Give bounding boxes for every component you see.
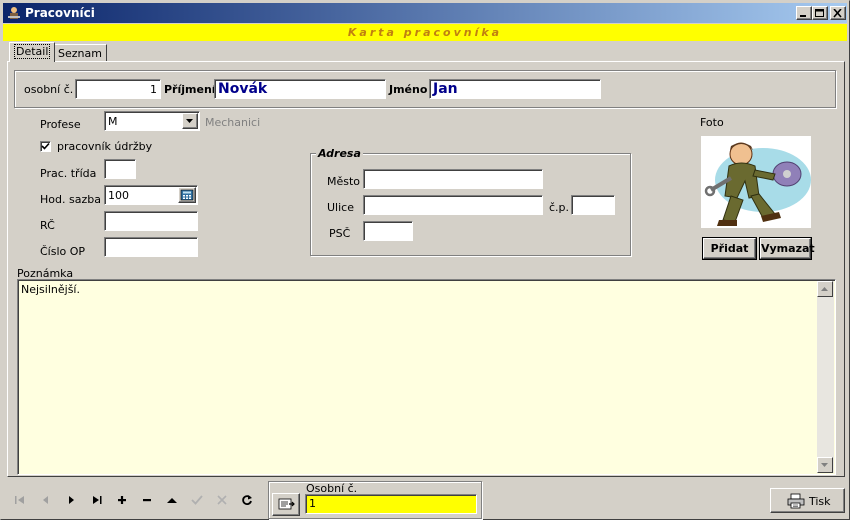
tab-seznam[interactable]: Seznam [53,44,107,62]
psc-input[interactable] [363,221,413,241]
print-button[interactable]: Tisk [770,488,845,513]
scroll-down-button[interactable] [817,457,833,473]
rc-input[interactable] [104,211,198,231]
profese-description: Mechanici [205,116,261,129]
sazba-label: Hod. sazba [40,193,101,206]
scroll-up-button[interactable] [817,281,833,297]
calculator-button[interactable] [178,187,196,203]
sazba-value: 100 [108,189,129,202]
insert-record-icon[interactable] [111,489,133,511]
chevron-down-icon [186,119,193,123]
detail-panel: osobní č. 1 Příjmení Novák Jméno Jan Pro… [7,61,845,477]
osobni-input[interactable]: 1 [75,79,161,99]
trida-input[interactable] [104,159,136,179]
op-input[interactable] [104,237,198,257]
jmeno-label: Jméno [389,83,428,96]
ulice-label: Ulice [327,201,354,214]
post-record-icon[interactable] [186,489,208,511]
prijmeni-input[interactable]: Novák [214,79,386,99]
banner: Karta pracovníka [3,24,847,41]
locate-button[interactable] [272,493,300,516]
rc-label: RČ [40,219,55,232]
next-record-icon[interactable] [60,489,82,511]
mesto-input[interactable] [363,169,543,189]
app-icon [6,5,22,21]
search-record-icon [278,498,295,510]
cancel-record-icon[interactable] [211,489,233,511]
minimize-button[interactable] [796,6,812,20]
title-bar[interactable]: Pracovníci [3,3,847,23]
poznamka-text: Nejsilnější. [21,283,80,296]
osobni-label: osobní č. [24,83,74,96]
vertical-scrollbar[interactable] [817,281,834,473]
close-button[interactable] [830,6,846,20]
foto-label: Foto [700,116,724,129]
printer-icon [787,493,805,509]
profese-dropdown-button[interactable] [182,113,198,129]
psc-label: PSČ [329,227,351,240]
ulice-input[interactable] [363,195,543,215]
delete-photo-button[interactable]: Vymazat [759,237,815,260]
tab-detail[interactable]: Detail [9,42,56,62]
arrow-down-icon [821,463,828,467]
arrow-up-icon [821,287,828,291]
last-record-icon[interactable] [86,489,108,511]
prev-record-icon[interactable] [35,489,57,511]
worker-photo [701,136,811,228]
poznamka-textarea[interactable]: Nejsilnější. [17,279,836,475]
udrzba-checkbox[interactable] [40,141,51,152]
prijmeni-label: Příjmení [164,83,216,96]
mechanic-illustration-icon [704,142,811,226]
trida-label: Prac. třída [40,167,97,180]
profese-label: Profese [40,118,81,131]
print-label: Tisk [809,495,831,508]
checkmark-icon [41,142,50,150]
udrzba-label: pracovník údržby [57,140,153,153]
adresa-legend: Adresa [316,147,363,160]
maximize-button[interactable] [812,6,828,20]
add-photo-button[interactable]: Přidat [702,237,757,260]
delete-record-icon[interactable] [136,489,158,511]
profese-value: M [108,115,118,128]
first-record-icon[interactable] [9,489,31,511]
banner-title: Karta pracovníka [347,26,503,39]
cp-label: č.p. [549,201,570,214]
cp-input[interactable] [571,195,615,215]
window-title: Pracovníci [25,6,95,20]
footer-osobni-input[interactable]: 1 [305,494,477,514]
main-window: Pracovníci Karta pracovníka Detail Sezna… [0,0,850,520]
refresh-icon[interactable] [236,489,258,511]
jmeno-input[interactable]: Jan [429,79,601,99]
edit-record-icon[interactable] [161,489,183,511]
mesto-label: Město [327,175,361,188]
op-label: Číslo OP [40,245,86,258]
calculator-icon [180,189,194,201]
